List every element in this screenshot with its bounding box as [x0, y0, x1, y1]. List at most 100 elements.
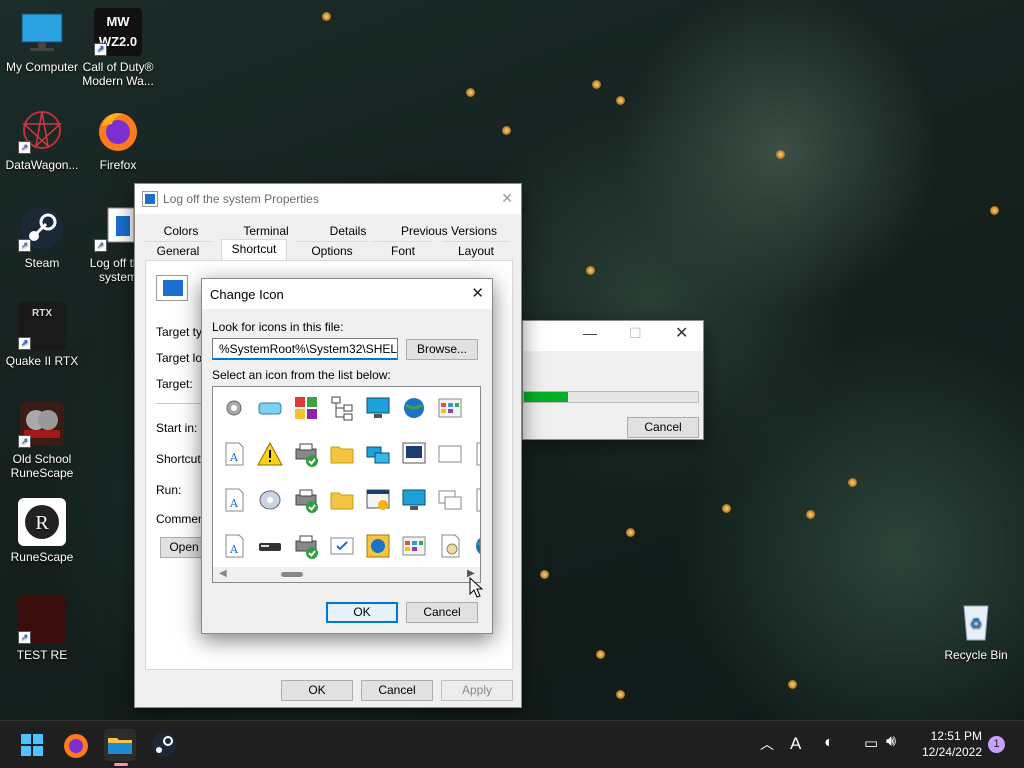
desktop-icon-recycle-bin[interactable]: ♻ Recycle Bin: [934, 596, 1018, 662]
progress-window: — ☐ ✕ Cancel: [522, 320, 704, 440]
globe-icon[interactable]: [473, 533, 480, 559]
windows-icon: [21, 734, 43, 756]
shortcut-arrow-icon: ↗: [94, 43, 107, 56]
change-icon-cancel-button[interactable]: Cancel: [406, 602, 478, 623]
icon-list[interactable]: A ↻ A ↻ A ◀ ▶: [212, 386, 481, 583]
properties-apply-button[interactable]: Apply: [441, 680, 513, 701]
desktop-icon-firefox[interactable]: Firefox: [76, 106, 160, 172]
tree-icon[interactable]: [329, 395, 355, 421]
desktop-icon-datawagon[interactable]: ↗ DataWagon...: [0, 106, 84, 172]
blank-icon[interactable]: [473, 395, 480, 421]
close-icon[interactable]: ✕: [471, 284, 484, 302]
chevron-up-icon[interactable]: ︿: [760, 734, 774, 754]
progress-cancel-button[interactable]: Cancel: [627, 417, 699, 438]
globe-icon[interactable]: [401, 395, 427, 421]
disk-icon[interactable]: [257, 487, 283, 513]
label-start-in: Start in:: [156, 421, 198, 435]
icon-file-path-input[interactable]: %SystemRoot%\System32\SHELL32: [212, 338, 398, 360]
datawagon-icon: ↗: [18, 106, 66, 154]
window-title: Log off the system Properties: [163, 192, 319, 206]
desktop-icon-runescape[interactable]: R RuneScape: [0, 498, 84, 564]
tab-previous-versions[interactable]: Previous Versions: [397, 222, 501, 241]
volume-icon[interactable]: 🔊︎: [886, 733, 896, 751]
close-icon[interactable]: ✕: [501, 190, 513, 207]
focus-assist-icon[interactable]: ◐: [824, 734, 834, 752]
properties-titlebar: Log off the system Properties ✕: [135, 184, 521, 214]
desktop-icon-call-of-duty[interactable]: MW WZ2.0 ↗ Call of Duty® Modern Wa...: [76, 8, 160, 88]
change-icon-ok-button[interactable]: OK: [326, 602, 398, 623]
notification-badge[interactable]: 1: [988, 736, 1005, 753]
properties-ok-button[interactable]: OK: [281, 680, 353, 701]
scroll-left-icon[interactable]: ◀: [219, 568, 227, 579]
maximize-icon[interactable]: ☐: [629, 325, 642, 342]
logoff-icon: [142, 191, 158, 207]
monitor-icon[interactable]: [365, 395, 391, 421]
screen-icon[interactable]: [401, 441, 427, 467]
desktop-icon-steam[interactable]: ↗ Steam: [0, 204, 84, 270]
network-icon[interactable]: [365, 441, 391, 467]
network-icon[interactable]: ▭: [864, 734, 878, 752]
tab-shortcut[interactable]: Shortcut: [221, 239, 287, 261]
osrs-icon: ↗: [18, 400, 66, 448]
warning-icon[interactable]: [257, 441, 283, 467]
scrollbar-thumb[interactable]: [281, 572, 303, 577]
gear-icon[interactable]: [221, 395, 247, 421]
recycle-icon[interactable]: ↻: [473, 441, 480, 467]
windows-icon[interactable]: [437, 487, 463, 513]
picture-icon[interactable]: [365, 533, 391, 559]
apps-icon[interactable]: [293, 395, 319, 421]
browse-button[interactable]: Browse...: [406, 339, 478, 360]
svg-text:A: A: [229, 543, 239, 556]
desktop-icon-label: Old School RuneScape: [10, 452, 74, 480]
taskbar-file-explorer[interactable]: [104, 729, 136, 766]
panel-icon[interactable]: [401, 533, 427, 559]
firefox-icon: [64, 734, 88, 758]
tab-colors[interactable]: Colors: [145, 222, 217, 241]
font-icon[interactable]: A: [221, 533, 247, 559]
checkbox-icon[interactable]: [329, 533, 355, 559]
desktop-icon-test-re[interactable]: ↗ TEST RE: [0, 596, 84, 662]
desktop-icon-my-computer[interactable]: My Computer: [0, 8, 84, 74]
font-icon[interactable]: A: [221, 441, 247, 467]
desktop-icon-label: Steam: [24, 256, 60, 270]
tab-layout[interactable]: Layout: [443, 241, 509, 260]
tab-font[interactable]: Font: [373, 241, 433, 260]
recycle-icon[interactable]: ↻: [473, 487, 480, 513]
progress-bar: [523, 391, 699, 403]
doc-hand-icon[interactable]: [437, 533, 463, 559]
look-for-label: Look for icons in this file:: [212, 320, 344, 334]
start-button[interactable]: [16, 729, 48, 761]
language-indicator[interactable]: A: [790, 734, 801, 754]
runescape-icon: R: [18, 498, 66, 546]
font-icon[interactable]: A: [221, 487, 247, 513]
properties-cancel-button[interactable]: Cancel: [361, 680, 433, 701]
taskbar-steam[interactable]: [148, 729, 180, 761]
cod-mw-icon: MW WZ2.0 ↗: [94, 8, 142, 56]
tab-general[interactable]: General: [145, 241, 211, 260]
desktop-icon-label: DataWagon...: [5, 158, 79, 172]
minimize-icon[interactable]: —: [583, 325, 597, 341]
dialog-title: Change Icon: [210, 286, 284, 302]
desktop-icon-osrs[interactable]: ↗ Old School RuneScape: [0, 400, 84, 480]
divider: [156, 403, 206, 404]
settings-window-icon[interactable]: [365, 487, 391, 513]
drive-icon[interactable]: [257, 395, 283, 421]
printer-check-icon[interactable]: [293, 441, 319, 467]
recycle-bin-icon: ♻: [952, 596, 1000, 644]
folder-icon[interactable]: [329, 487, 355, 513]
tab-details[interactable]: Details: [311, 222, 385, 241]
folder-icon[interactable]: [329, 441, 355, 467]
panel-icon[interactable]: [437, 395, 463, 421]
clock[interactable]: 12:51 PM 12/24/2022: [910, 729, 982, 759]
tab-options[interactable]: Options: [297, 241, 367, 260]
horizontal-scrollbar[interactable]: ◀ ▶: [213, 567, 480, 582]
window-icon[interactable]: [437, 441, 463, 467]
desktop-icon-label: Firefox: [99, 158, 137, 172]
desktop-icon-quake[interactable]: RTX ↗ Quake II RTX: [0, 302, 84, 368]
printer-check-icon[interactable]: [293, 533, 319, 559]
printer-check-icon[interactable]: [293, 487, 319, 513]
taskbar-firefox[interactable]: [60, 729, 92, 761]
monitor-icon[interactable]: [401, 487, 427, 513]
close-icon[interactable]: ✕: [675, 323, 688, 343]
drive-flat-icon[interactable]: [257, 533, 283, 559]
